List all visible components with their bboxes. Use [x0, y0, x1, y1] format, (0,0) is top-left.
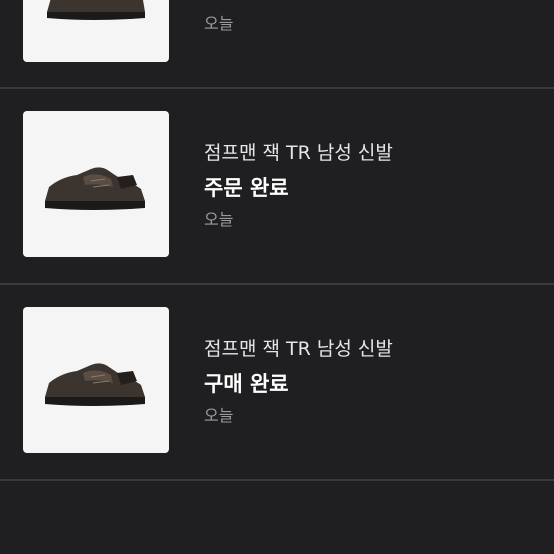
product-name: 점프맨 잭 TR 남성 신발 [204, 338, 393, 360]
list-item[interactable]: 점프맨 잭 TR 남성 신발 구매 완료 오늘 [0, 285, 554, 479]
divider [0, 479, 554, 481]
order-status: 구매 완료 [204, 372, 289, 396]
order-history-list: 오늘 점프맨 잭 TR 남성 신발 주문 완료 오늘 점프맨 잭 TR 남성 신… [0, 0, 554, 554]
product-thumbnail[interactable] [23, 0, 169, 62]
order-date: 오늘 [204, 406, 234, 425]
product-thumbnail[interactable] [23, 111, 169, 257]
product-name: 점프맨 잭 TR 남성 신발 [204, 142, 393, 164]
sneaker-image [45, 167, 145, 210]
sneaker-image [47, 0, 145, 20]
product-thumbnail[interactable] [23, 307, 169, 453]
sneaker-image [45, 363, 145, 406]
list-item[interactable]: 오늘 [0, 0, 554, 88]
list-item[interactable]: 점프맨 잭 TR 남성 신발 주문 완료 오늘 [0, 89, 554, 283]
order-status: 주문 완료 [204, 176, 289, 200]
order-date: 오늘 [204, 14, 234, 33]
order-date: 오늘 [204, 210, 234, 229]
